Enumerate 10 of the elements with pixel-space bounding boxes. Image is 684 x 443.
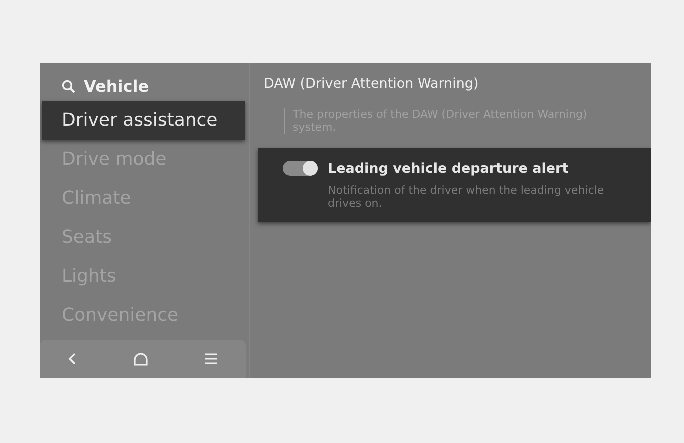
home-icon (132, 352, 149, 366)
setting-description: Notification of the driver when the leading vehicle drives on. (328, 184, 606, 210)
back-icon (68, 352, 78, 366)
panel-title: DAW (Driver Attention Warning) (264, 75, 480, 94)
setting-label: Leading vehicle departure alert (328, 160, 570, 180)
sidebar-item[interactable]: Driver assistance (42, 101, 245, 140)
search-icon[interactable] (62, 80, 76, 94)
menu-icon (204, 353, 218, 365)
search-label[interactable]: Vehicle (84, 75, 150, 99)
toggle-switch[interactable] (283, 161, 318, 176)
